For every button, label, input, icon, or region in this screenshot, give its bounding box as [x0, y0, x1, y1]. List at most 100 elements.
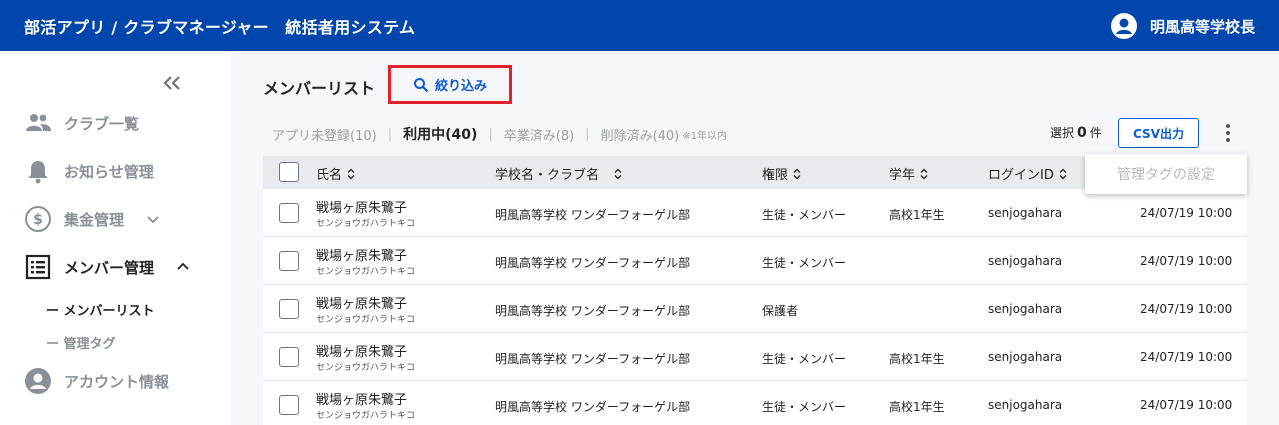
sort-icon: [614, 168, 622, 179]
grade: 高校1年生: [889, 208, 945, 222]
more-vert-icon[interactable]: [1218, 121, 1238, 145]
sort-icon: [793, 168, 801, 179]
member-name: 戦場ヶ原朱鷺子: [316, 249, 408, 264]
selected-count: 選択 0 件: [1050, 124, 1102, 141]
login-id: senjogahara: [988, 350, 1063, 364]
dollar-icon: $: [24, 205, 52, 233]
timestamp: 24/07/19 10:00: [1140, 206, 1233, 220]
tab-separator: |: [585, 126, 590, 142]
school-club: 明風高等学校 ワンダーフォーゲル部: [495, 400, 691, 414]
sidebar-item-label: メンバー管理: [64, 258, 155, 277]
sidebar-item-label: クラブ一覧: [64, 114, 140, 133]
account-icon: [24, 367, 52, 395]
table-row[interactable]: 戦場ヶ原朱鷺子 センジョウガハラトキコ 明風高等学校 ワンダーフォーゲル部 保護…: [263, 285, 1247, 333]
table-row[interactable]: 戦場ヶ原朱鷺子 センジョウガハラトキコ 明風高等学校 ワンダーフォーゲル部 生徒…: [263, 381, 1247, 425]
sidebar-item-clubs[interactable]: クラブ一覧: [24, 109, 139, 137]
people-icon: [24, 109, 52, 137]
member-name: 戦場ヶ原朱鷺子: [316, 345, 408, 360]
role: 生徒・メンバー: [762, 256, 847, 270]
table-row[interactable]: 戦場ヶ原朱鷺子 センジョウガハラトキコ 明風高等学校 ワンダーフォーゲル部 生徒…: [263, 189, 1247, 237]
column-header-login-id[interactable]: ログインID: [988, 164, 1068, 183]
table-row[interactable]: 戦場ヶ原朱鷺子 センジョウガハラトキコ 明風高等学校 ワンダーフォーゲル部 生徒…: [263, 237, 1247, 285]
member-kana: センジョウガハラトキコ: [316, 219, 416, 229]
csv-export-button[interactable]: CSV出力: [1118, 118, 1199, 148]
page-title: メンバーリスト: [263, 79, 376, 98]
sidebar-item-account[interactable]: アカウント情報: [24, 367, 169, 395]
timestamp: 24/07/19 10:00: [1140, 254, 1233, 268]
sort-icon: [920, 168, 928, 179]
user-name: 明風高等学校長: [1149, 17, 1255, 36]
sidebar-item-label: アカウント情報: [64, 372, 170, 391]
sidebar-item-notices[interactable]: お知らせ管理: [24, 157, 154, 185]
school-club: 明風高等学校 ワンダーフォーゲル部: [495, 208, 691, 222]
login-id: senjogahara: [988, 206, 1063, 220]
tab-graduated[interactable]: 卒業済み(8): [504, 125, 574, 144]
sort-icon: [347, 168, 355, 179]
column-header-grade[interactable]: 学年: [889, 164, 929, 183]
member-kana: センジョウガハラトキコ: [316, 315, 416, 325]
login-id: senjogahara: [988, 398, 1063, 412]
select-all-checkbox[interactable]: [279, 162, 299, 182]
member-table: 氏名 学校名・クラブ名 権限 学年 ログインID 戦場ヶ原朱鷺子 センジョウガハ…: [263, 156, 1247, 425]
selected-prefix: 選択: [1050, 126, 1075, 140]
school-club: 明風高等学校 ワンダーフォーゲル部: [495, 304, 691, 318]
member-kana: センジョウガハラトキコ: [316, 267, 416, 277]
sidebar-item-label: 集金管理: [64, 210, 125, 229]
status-tabs: アプリ未登録(10) | 利用中(40) | 卒業済み(8) | 削除済み(40…: [272, 124, 727, 144]
row-checkbox[interactable]: [279, 347, 299, 367]
role: 生徒・メンバー: [762, 352, 847, 366]
sidebar-item-label: お知らせ管理: [64, 162, 154, 181]
collapse-sidebar-icon[interactable]: [160, 71, 184, 95]
login-id: senjogahara: [988, 254, 1063, 268]
column-header-name[interactable]: 氏名: [316, 164, 356, 183]
row-checkbox[interactable]: [279, 251, 299, 271]
tag-settings-menu-item[interactable]: 管理タグの設定: [1085, 154, 1247, 194]
chevron-down-icon: [144, 210, 162, 228]
chevron-up-icon: [174, 258, 192, 276]
list-icon: [24, 253, 52, 281]
selected-suffix: 件: [1089, 126, 1102, 140]
sidebar-subitem-member-list[interactable]: ー メンバーリスト: [46, 300, 155, 319]
tab-separator: |: [488, 126, 493, 142]
sort-icon: [1059, 168, 1067, 179]
sidebar-item-members[interactable]: メンバー管理: [24, 253, 192, 281]
tab-unregistered[interactable]: アプリ未登録(10): [272, 125, 377, 144]
tab-note: ※1年以内: [682, 130, 727, 142]
table-row[interactable]: 戦場ヶ原朱鷺子 センジョウガハラトキコ 明風高等学校 ワンダーフォーゲル部 生徒…: [263, 333, 1247, 381]
column-header-role[interactable]: 権限: [762, 164, 802, 183]
role: 保護者: [762, 304, 799, 318]
member-kana: センジョウガハラトキコ: [316, 363, 416, 373]
tab-separator: |: [387, 126, 393, 142]
tab-deleted[interactable]: 削除済み(40): [601, 125, 680, 144]
row-checkbox[interactable]: [279, 299, 299, 319]
app-title: 部活アプリ / クラブマネージャー 統括者用システム: [24, 18, 416, 37]
timestamp: 24/07/19 10:00: [1140, 398, 1233, 412]
grade: 高校1年生: [889, 400, 945, 414]
row-checkbox[interactable]: [279, 395, 299, 415]
member-name: 戦場ヶ原朱鷺子: [316, 297, 408, 312]
svg-text:$: $: [33, 212, 43, 228]
tab-active[interactable]: 利用中(40): [403, 124, 477, 144]
school-club: 明風高等学校 ワンダーフォーゲル部: [495, 256, 691, 270]
avatar-icon: [1110, 12, 1138, 40]
user-menu[interactable]: 明風高等学校長: [1110, 12, 1255, 40]
timestamp: 24/07/19 10:00: [1140, 302, 1233, 316]
sidebar: クラブ一覧 お知らせ管理 $ 集金管理 メンバー管理 ー メンバーリスト ー 管…: [0, 51, 231, 425]
grade: 高校1年生: [889, 352, 945, 366]
sidebar-item-payments[interactable]: $ 集金管理: [24, 205, 162, 233]
member-name: 戦場ヶ原朱鷺子: [316, 393, 408, 408]
sidebar-subitem-tags[interactable]: ー 管理タグ: [46, 333, 116, 352]
column-header-school[interactable]: 学校名・クラブ名: [495, 164, 623, 183]
role: 生徒・メンバー: [762, 208, 847, 222]
search-icon: [413, 77, 429, 92]
bell-icon: [24, 157, 52, 185]
member-kana: センジョウガハラトキコ: [316, 411, 416, 421]
timestamp: 24/07/19 10:00: [1140, 350, 1233, 364]
school-club: 明風高等学校 ワンダーフォーゲル部: [495, 352, 691, 366]
login-id: senjogahara: [988, 302, 1063, 316]
filter-button[interactable]: 絞り込み: [388, 65, 512, 104]
row-checkbox[interactable]: [279, 203, 299, 223]
app-header: 部活アプリ / クラブマネージャー 統括者用システム 明風高等学校長: [0, 0, 1279, 51]
selected-number: 0: [1077, 125, 1087, 141]
filter-label: 絞り込み: [434, 79, 487, 94]
